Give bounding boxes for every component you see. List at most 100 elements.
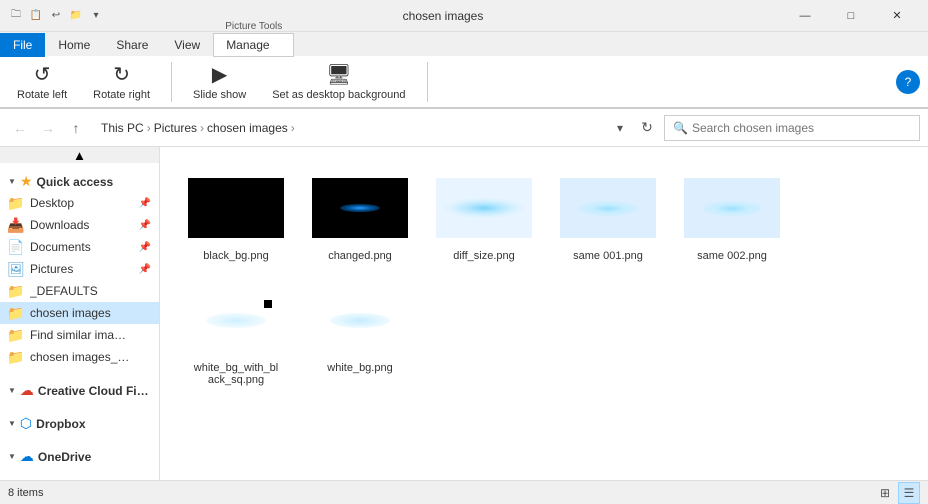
forward-button[interactable]: → (36, 116, 60, 140)
sidebar-item-chosen-images2-label: chosen images_… (30, 350, 151, 364)
file-thumb-changed (312, 172, 408, 244)
breadcrumb-sep-1: › (147, 121, 151, 135)
defaults-folder-icon: 📁 (8, 283, 24, 299)
file-item-black-bg[interactable]: black_bg.png (176, 163, 296, 271)
onedrive-header[interactable]: ▼ ☁ OneDrive (0, 442, 159, 467)
window-title: chosen images (104, 9, 782, 23)
breadcrumb-pictures[interactable]: Pictures (154, 121, 197, 135)
back-button[interactable]: ← (8, 116, 32, 140)
tab-view[interactable]: View (161, 33, 213, 56)
breadcrumb-chosen[interactable]: chosen images (207, 121, 288, 135)
same001-glow (578, 201, 638, 216)
this-pc-header[interactable]: ▼ 💻 This PC (0, 475, 159, 480)
documents-pin-icon: 📌 (139, 242, 151, 253)
search-input[interactable] (692, 121, 911, 135)
sidebar-item-desktop-label: Desktop (30, 196, 131, 210)
downloads-folder-icon: 📥 (8, 217, 24, 233)
diff-size-glow (444, 198, 524, 218)
file-item-changed[interactable]: changed.png (300, 163, 420, 271)
setdesktop-button[interactable]: 🖥 Set as desktop background (263, 57, 414, 106)
sidebar-scroll-up[interactable]: ▲ (0, 147, 159, 163)
sidebar-item-defaults[interactable]: 📁 _DEFAULTS (0, 280, 159, 302)
tab-file[interactable]: File (0, 33, 45, 57)
view-grid-button[interactable]: ⊞ (874, 482, 896, 504)
black-sq-indicator (264, 300, 272, 308)
status-bar: 8 items ⊞ ☰ (0, 480, 928, 504)
up-button[interactable]: ↑ (64, 116, 88, 140)
title-bar: 🗀 📋 ↩ 📁 ▾ chosen images — □ ✕ (0, 0, 928, 32)
sidebar-item-desktop[interactable]: 📁 Desktop 📌 (0, 192, 159, 214)
sidebar-item-documents[interactable]: 📄 Documents 📌 (0, 236, 159, 258)
onedrive-icon: ☁ (20, 448, 34, 465)
close-button[interactable]: ✕ (874, 0, 920, 32)
search-icon: 🔍 (673, 121, 688, 135)
white-bg-sq-thumbnail (188, 290, 284, 350)
minimize-button[interactable]: — (782, 0, 828, 32)
file-thumb-same001 (560, 172, 656, 244)
breadcrumb-thispc[interactable]: This PC (101, 121, 144, 135)
rotate-right-button[interactable]: ↻ Rotate right (84, 57, 159, 106)
slideshow-button[interactable]: ▶ Slide show (184, 57, 255, 106)
find-similar-folder-icon: 📁 (8, 327, 24, 343)
content-area: black_bg.png changed.png diff_size (160, 147, 928, 480)
file-thumb-same002 (684, 172, 780, 244)
address-bar: ← → ↑ This PC › Pictures › chosen images… (0, 109, 928, 147)
desktop-folder-icon: 📁 (8, 195, 24, 211)
view-list-button[interactable]: ☰ (898, 482, 920, 504)
tab-share[interactable]: Share (103, 33, 161, 56)
downloads-pin-icon: 📌 (139, 220, 151, 231)
dropbox-header[interactable]: ▼ ⬡ Dropbox (0, 409, 159, 434)
tab-home[interactable]: Home (45, 33, 103, 56)
tab-manage[interactable]: Manage (213, 33, 294, 57)
sidebar-section-quick-access: ▼ ★ Quick access 📁 Desktop 📌 📥 Downloads… (0, 163, 159, 372)
breadcrumb-sep-2: › (200, 121, 204, 135)
ribbon: File Home Share View Picture Tools Manag… (0, 32, 928, 109)
file-name-changed: changed.png (328, 250, 392, 262)
sidebar: ▲ ▼ ★ Quick access 📁 Desktop 📌 📥 Downloa… (0, 147, 160, 480)
folder-icon: 📁 (68, 8, 84, 24)
sidebar-item-downloads[interactable]: 📥 Downloads 📌 (0, 214, 159, 236)
quick-access-title: Quick access (36, 175, 113, 189)
quick-access-header[interactable]: ▼ ★ Quick access (0, 167, 159, 192)
onedrive-collapse-icon: ▼ (8, 452, 16, 461)
dropbox-collapse-icon: ▼ (8, 419, 16, 428)
search-box[interactable]: 🔍 (664, 115, 920, 141)
refresh-button[interactable]: ↻ (634, 115, 660, 141)
sidebar-item-chosen-images2[interactable]: 📁 chosen images_… (0, 346, 159, 368)
file-item-diff-size[interactable]: diff_size.png (424, 163, 544, 271)
slideshow-label: Slide show (193, 89, 246, 101)
file-thumb-diff-size (436, 172, 532, 244)
file-name-same002: same 002.png (697, 250, 767, 262)
sidebar-item-pictures[interactable]: 🖼 Pictures 📌 (0, 258, 159, 280)
same001-thumbnail (560, 178, 656, 238)
rotate-left-button[interactable]: ↺ Rotate left (8, 57, 76, 106)
quick-access-star-icon: ★ (20, 173, 33, 190)
dropdown-icon[interactable]: ▾ (88, 8, 104, 24)
breadcrumb-dropdown[interactable]: ▾ (610, 115, 630, 141)
pictures-pin-icon: 📌 (139, 264, 151, 275)
file-item-same001[interactable]: same 001.png (548, 163, 668, 271)
breadcrumb[interactable]: This PC › Pictures › chosen images › (92, 115, 606, 141)
file-thumb-white-bg (312, 284, 408, 356)
file-item-same002[interactable]: same 002.png (672, 163, 792, 271)
view-buttons: ⊞ ☰ (874, 482, 920, 504)
maximize-button[interactable]: □ (828, 0, 874, 32)
quick-access-collapse-icon: ▼ (8, 177, 16, 186)
sidebar-section-dropbox: ▼ ⬡ Dropbox (0, 405, 159, 438)
file-name-same001: same 001.png (573, 250, 643, 262)
creative-cloud-icon: ☁ (20, 382, 34, 399)
sidebar-item-find-similar[interactable]: 📁 Find similar ima… (0, 324, 159, 346)
creative-cloud-header[interactable]: ▼ ☁ Creative Cloud Fi… (0, 376, 159, 401)
undo-icon[interactable]: ↩ (48, 8, 64, 24)
same002-glow (702, 201, 762, 216)
black-bg-thumbnail (188, 178, 284, 238)
file-item-white-bg[interactable]: white_bg.png (300, 275, 420, 395)
sidebar-section-onedrive: ▼ ☁ OneDrive (0, 438, 159, 471)
sidebar-item-chosen-images[interactable]: 📁 chosen images (0, 302, 159, 324)
help-button[interactable]: ? (896, 70, 920, 94)
title-bar-icons: 🗀 📋 ↩ 📁 ▾ (8, 8, 104, 24)
file-item-white-bg-sq[interactable]: white_bg_with_black_sq.png (176, 275, 296, 395)
picture-tools-label: Picture Tools (213, 19, 294, 32)
changed-thumbnail (312, 178, 408, 238)
sidebar-item-find-similar-label: Find similar ima… (30, 328, 151, 342)
